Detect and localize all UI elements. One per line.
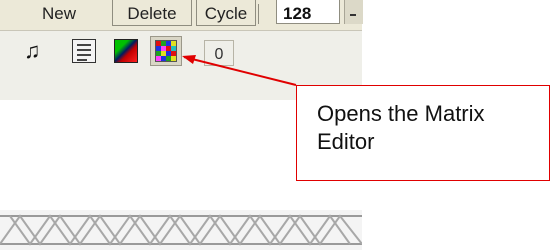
delete-button[interactable]: Delete xyxy=(112,0,192,26)
truss-graphic xyxy=(0,210,362,250)
icon-toolbar: ♫ 0 xyxy=(0,34,362,68)
new-button[interactable]: New xyxy=(18,0,100,26)
value-field[interactable]: 0 xyxy=(204,40,234,66)
callout-text: Opens the Matrix Editor xyxy=(317,101,485,154)
music-note-icon[interactable]: ♫ xyxy=(24,39,48,63)
spin-down-button[interactable] xyxy=(344,0,363,24)
color-gradient-icon[interactable] xyxy=(114,39,138,63)
cycle-button[interactable]: Cycle xyxy=(196,0,256,26)
toolbar-separator xyxy=(258,4,259,24)
top-toolbar: New Delete Cycle 128 xyxy=(0,0,363,31)
matrix-editor-icon xyxy=(155,40,177,62)
matrix-editor-button[interactable] xyxy=(150,36,182,66)
callout-box: Opens the Matrix Editor xyxy=(296,85,550,181)
table-icon[interactable] xyxy=(72,39,96,63)
counter-field[interactable]: 128 xyxy=(276,0,340,24)
